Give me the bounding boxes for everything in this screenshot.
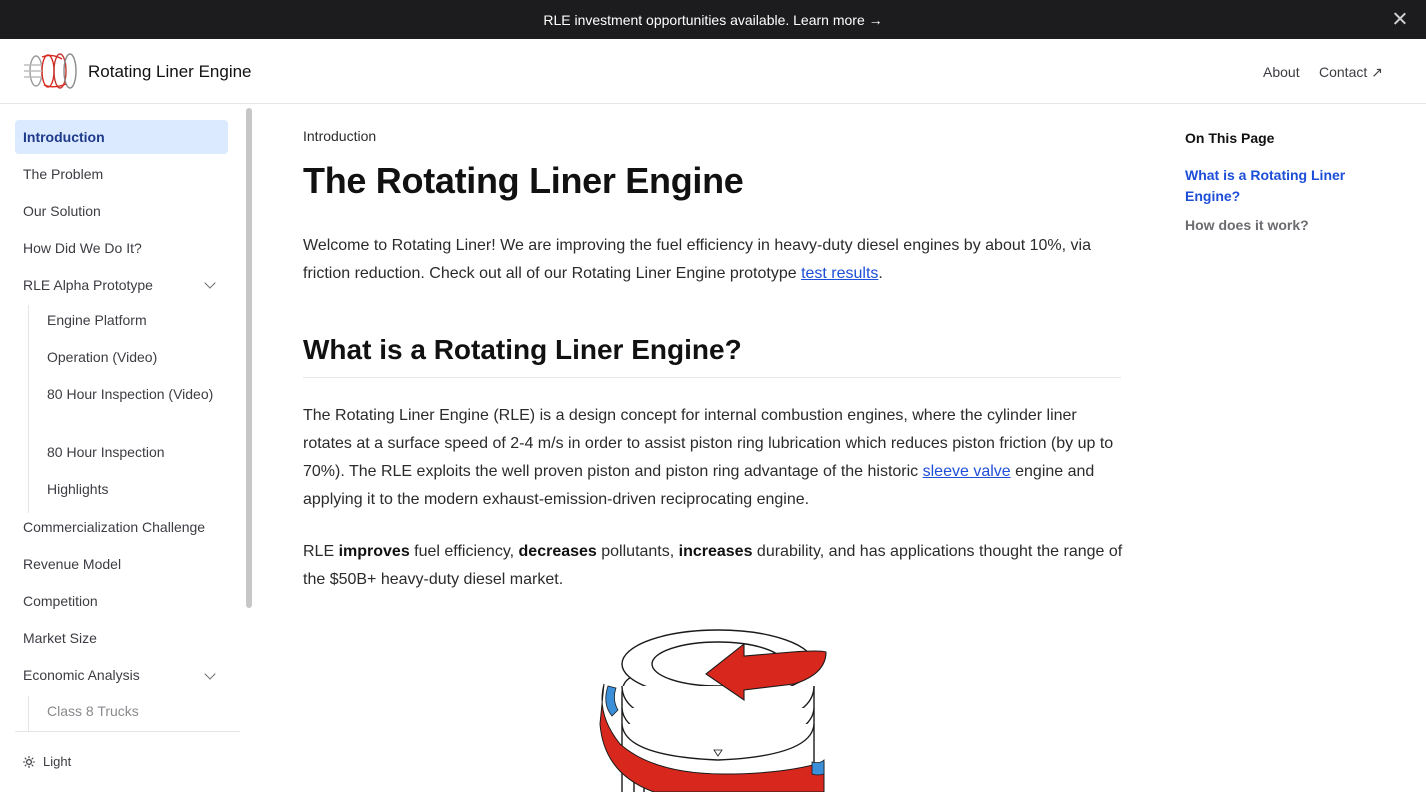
sidebar-item-label: The Problem <box>23 166 104 182</box>
benefits-text: pollutants, <box>596 543 679 560</box>
intro-paragraph: Welcome to Rotating Liner! We are improv… <box>303 232 1123 288</box>
benefit-increases: increases <box>678 543 753 560</box>
intro-text-end: . <box>878 265 883 282</box>
toc-item-what-is-rle[interactable]: What is a Rotating Liner Engine? <box>1185 165 1385 207</box>
banner-link[interactable]: RLE investment opportunities available. … <box>543 12 882 28</box>
benefit-improves: improves <box>338 543 410 560</box>
sidebar-item-label: How Did We Do It? <box>23 240 142 256</box>
rotating-liner-illustration <box>599 629 827 792</box>
sidebar-item-revenue-model[interactable]: Revenue Model <box>15 547 228 581</box>
sidebar-item-label: Commercialization Challenge <box>23 519 206 535</box>
benefits-paragraph: RLE improves fuel efficiency, decreases … <box>303 538 1123 594</box>
sidebar-item-rle-alpha-prototype[interactable]: RLE Alpha Prototype <box>15 268 228 302</box>
sleeve-valve-link[interactable]: sleeve valve <box>923 463 1011 480</box>
sidebar-divider <box>15 731 240 732</box>
sidebar-subitem-class-8-trucks[interactable]: Class 8 Trucks <box>47 701 217 722</box>
sidebar: Introduction The Problem Our Solution Ho… <box>0 104 256 792</box>
sidebar-subitem-80-hour-inspection-video[interactable]: 80 Hour Inspection (Video) <box>47 384 217 405</box>
sidebar-subitem-highlights[interactable]: Highlights <box>47 479 217 500</box>
sidebar-item-how-did-we-do-it[interactable]: How Did We Do It? <box>15 231 228 265</box>
heading-divider <box>303 377 1121 378</box>
sidebar-item-label: Our Solution <box>23 203 101 219</box>
announcement-banner: RLE investment opportunities available. … <box>0 0 1426 39</box>
sidebar-item-competition[interactable]: Competition <box>15 584 228 618</box>
sidebar-subitem-80-hour-inspection[interactable]: 80 Hour Inspection <box>47 442 217 463</box>
sidebar-item-label: RLE Alpha Prototype <box>23 277 153 293</box>
submenu-rail <box>28 696 29 731</box>
close-icon[interactable] <box>1392 11 1408 27</box>
sidebar-subitem-engine-platform[interactable]: Engine Platform <box>47 310 217 331</box>
sidebar-item-introduction[interactable]: Introduction <box>15 120 228 154</box>
sidebar-item-our-solution[interactable]: Our Solution <box>15 194 228 228</box>
sidebar-item-label: Competition <box>23 593 98 609</box>
sun-icon <box>23 755 35 768</box>
sidebar-item-label: Introduction <box>23 129 105 145</box>
sidebar-item-label: Economic Analysis <box>23 667 140 683</box>
site-header: Rotating Liner Engine About Contact ↗ <box>0 39 1426 104</box>
toc-item-how-does-it-work[interactable]: How does it work? <box>1185 215 1309 236</box>
sidebar-item-market-size[interactable]: Market Size <box>15 621 228 655</box>
site-title[interactable]: Rotating Liner Engine <box>88 62 252 82</box>
sidebar-item-commercialization-challenge[interactable]: Commercialization Challenge <box>15 510 228 544</box>
logo-icon[interactable] <box>22 51 80 91</box>
page-title: The Rotating Liner Engine <box>303 160 744 201</box>
benefits-text: RLE <box>303 543 339 560</box>
theme-label: Light <box>43 754 72 769</box>
theme-toggle[interactable]: Light <box>23 754 71 769</box>
intro-text: Welcome to Rotating Liner! We are improv… <box>303 237 1091 282</box>
rle-description-paragraph: The Rotating Liner Engine (RLE) is a des… <box>303 402 1123 514</box>
breadcrumb: Introduction <box>303 128 377 144</box>
section-heading-what-is-rle: What is a Rotating Liner Engine? <box>303 334 742 365</box>
benefit-decreases: decreases <box>518 543 597 560</box>
nav-contact-link[interactable]: Contact ↗ <box>1319 64 1383 81</box>
toc-title: On This Page <box>1185 130 1275 146</box>
sidebar-subitem-operation-video[interactable]: Operation (Video) <box>47 347 217 368</box>
sidebar-item-label: Market Size <box>23 630 97 646</box>
nav-about-link[interactable]: About <box>1263 64 1300 80</box>
sidebar-item-the-problem[interactable]: The Problem <box>15 157 228 191</box>
submenu-rail <box>28 305 29 513</box>
benefits-text: fuel efficiency, <box>409 543 519 560</box>
sidebar-item-label: Revenue Model <box>23 556 122 572</box>
sidebar-item-economic-analysis[interactable]: Economic Analysis <box>15 658 228 692</box>
test-results-link[interactable]: test results <box>801 265 878 282</box>
sidebar-scrollbar[interactable] <box>246 108 252 608</box>
